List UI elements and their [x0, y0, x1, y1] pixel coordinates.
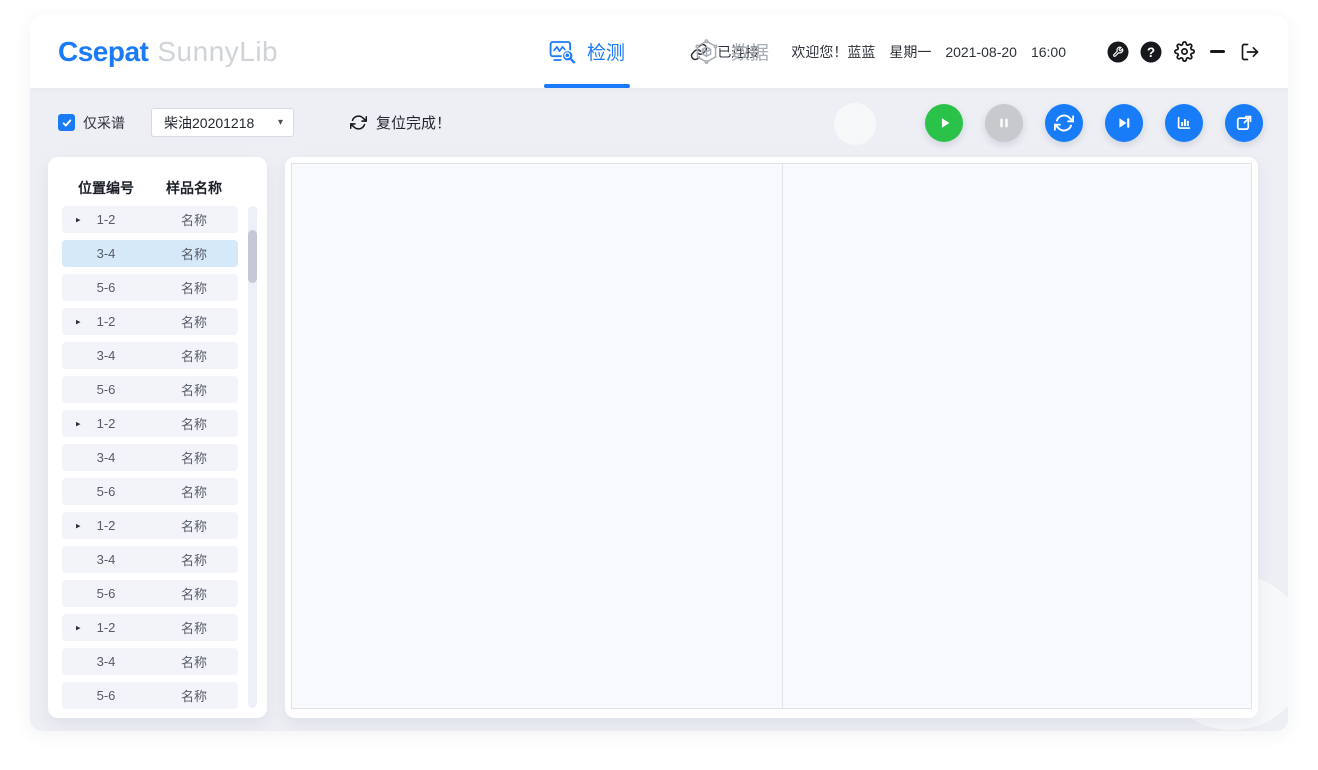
spectrum-only-label: 仅采谱 — [83, 113, 125, 133]
start-button[interactable] — [925, 104, 963, 142]
refresh-icon — [350, 114, 367, 131]
header-bar: Csepat SunnyLib 检测 — [30, 15, 1288, 88]
sample-row[interactable]: 3-4 名称 — [62, 546, 238, 573]
tab-detection-label: 检测 — [587, 38, 625, 65]
sample-row[interactable]: ▸ 1-2 名称 — [62, 308, 238, 335]
sample-row[interactable]: ▸ 1-2 名称 — [62, 512, 238, 539]
column-position: 位置编号 — [62, 173, 150, 203]
sample-row[interactable]: ▸ 1-2 名称 — [62, 410, 238, 437]
expand-arrow-icon[interactable]: ▸ — [76, 316, 81, 327]
export-icon — [1234, 113, 1254, 133]
detection-monitor-icon — [549, 38, 576, 65]
sample-list-panel: 位置编号 样品名称 ▸ 1-2 名称 3-4 名称 5-6 名称 — [48, 157, 267, 718]
skip-forward-button[interactable] — [1105, 104, 1143, 142]
window-controls: ? — [1106, 40, 1262, 64]
minimize-icon[interactable] — [1205, 40, 1229, 64]
column-sample-name: 样品名称 — [150, 173, 238, 203]
tools-icon[interactable] — [1106, 40, 1130, 64]
chart-button[interactable] — [1165, 104, 1203, 142]
spectrum-display-area — [291, 163, 1252, 709]
sidebar-scrollbar[interactable] — [248, 206, 257, 708]
skip-forward-icon — [1114, 113, 1134, 133]
reset-button[interactable] — [1045, 104, 1083, 142]
reset-status-group: 复位完成！ — [350, 112, 451, 133]
sample-row[interactable]: 3-4 名称 — [62, 240, 238, 267]
sample-row[interactable]: 5-6 名称 — [62, 478, 238, 505]
bar-chart-icon — [1174, 113, 1194, 133]
chevron-down-icon: ▾ — [278, 117, 283, 128]
tab-data-label: 数据 — [731, 38, 769, 65]
export-button[interactable] — [1225, 104, 1263, 142]
expand-arrow-icon[interactable]: ▸ — [76, 418, 81, 429]
toolbar: 仅采谱 柴油20201218 ▾ 复位完成！ — [30, 88, 1288, 157]
welcome-text: 欢迎您！蓝蓝 — [791, 42, 875, 62]
sample-list: ▸ 1-2 名称 3-4 名称 5-6 名称 ▸ 1-2 名 — [62, 206, 238, 716]
reset-status-text: 复位完成！ — [376, 112, 451, 133]
svg-text:?: ? — [1147, 44, 1155, 59]
sidebar-scrollbar-thumb[interactable] — [248, 230, 257, 283]
data-cube-icon — [693, 38, 720, 65]
logo-primary: Csepat — [58, 36, 148, 68]
action-buttons — [925, 104, 1263, 142]
app-logo: Csepat SunnyLib — [58, 36, 278, 68]
sample-row[interactable]: 5-6 名称 — [62, 580, 238, 607]
weekday-text: 星期一 — [889, 42, 931, 62]
spectrum-only-checkbox[interactable] — [58, 114, 75, 131]
main-tabs: 检测 数据 — [544, 15, 774, 88]
sample-row[interactable]: 5-6 名称 — [62, 682, 238, 709]
sample-list-header: 位置编号 样品名称 — [62, 173, 238, 203]
tab-data[interactable]: 数据 — [688, 15, 774, 88]
time-text: 16:00 — [1031, 44, 1066, 60]
tab-detection[interactable]: 检测 — [544, 15, 630, 88]
header-right: 已连接 欢迎您！蓝蓝 星期一 2021-08-20 16:00 — [690, 40, 1262, 64]
expand-arrow-icon[interactable]: ▸ — [76, 520, 81, 531]
sample-row[interactable]: ▸ 1-2 名称 — [62, 614, 238, 641]
pause-icon — [994, 113, 1014, 133]
expand-arrow-icon[interactable]: ▸ — [76, 214, 81, 225]
logo-secondary: SunnyLib — [157, 36, 278, 68]
sample-select[interactable]: 柴油20201218 ▾ — [151, 108, 294, 137]
expand-arrow-icon[interactable]: ▸ — [76, 622, 81, 633]
sync-icon — [1054, 113, 1074, 133]
sample-row[interactable]: 3-4 名称 — [62, 342, 238, 369]
sample-row[interactable]: 5-6 名称 — [62, 376, 238, 403]
spectrum-display-card — [285, 157, 1258, 718]
spectrum-panel-left — [291, 163, 783, 709]
spectrum-panel-right — [782, 163, 1252, 709]
settings-icon[interactable] — [1172, 40, 1196, 64]
sample-row[interactable]: 3-4 名称 — [62, 444, 238, 471]
date-text: 2021-08-20 — [945, 44, 1017, 60]
help-icon[interactable]: ? — [1139, 40, 1163, 64]
sample-select-value: 柴油20201218 — [164, 113, 254, 133]
sample-row[interactable]: ▸ 1-2 名称 — [62, 206, 238, 233]
sample-row[interactable]: 3-4 名称 — [62, 648, 238, 675]
spectrum-only-group: 仅采谱 — [58, 113, 125, 133]
sample-row[interactable]: 5-6 名称 — [62, 274, 238, 301]
pause-button[interactable] — [985, 104, 1023, 142]
app-window: Csepat SunnyLib 检测 — [30, 15, 1288, 731]
logout-icon[interactable] — [1238, 40, 1262, 64]
play-icon — [934, 113, 954, 133]
